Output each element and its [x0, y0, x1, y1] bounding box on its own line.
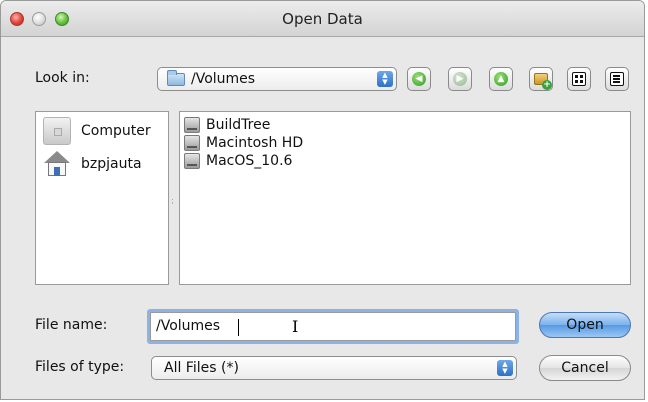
sidebar-item-home[interactable]: bzpjauta — [43, 150, 167, 180]
back-icon: ◀ — [412, 72, 426, 86]
home-icon — [43, 150, 71, 178]
up-folder-button[interactable]: ▲ — [489, 67, 513, 91]
list-item[interactable]: BuildTree — [184, 117, 314, 134]
list-view-icon — [572, 72, 586, 86]
ibeam-cursor-icon: I — [292, 317, 299, 336]
list-view-button[interactable] — [567, 67, 591, 91]
forward-icon: ▶ — [453, 72, 467, 86]
look-in-value: /Volumes — [191, 71, 256, 87]
disk-icon — [184, 117, 200, 133]
open-data-dialog: Open Data Look in: /Volumes ▲▼ ◀ ▶ ▲ Com… — [0, 0, 645, 400]
window-title: Open Data — [282, 10, 363, 28]
up-folder-icon: ▲ — [494, 72, 508, 86]
details-view-button[interactable] — [605, 67, 629, 91]
title-bar[interactable]: Open Data — [1, 1, 644, 37]
sidebar-item-label: Computer — [81, 123, 151, 139]
file-name-label: File name: — [35, 317, 108, 333]
folder-icon — [167, 70, 185, 86]
files-of-type-label: Files of type: — [35, 359, 125, 375]
sidebar-item-label: bzpjauta — [81, 156, 142, 172]
text-caret — [238, 319, 239, 336]
disk-icon — [184, 153, 200, 169]
places-sidebar: Computer bzpjauta — [35, 111, 169, 285]
file-name: Macintosh HD — [206, 135, 304, 151]
file-name: MacOS_10.6 — [206, 153, 293, 169]
cancel-button[interactable]: Cancel — [539, 355, 631, 381]
disk-icon — [184, 135, 200, 151]
new-folder-button[interactable] — [529, 67, 553, 91]
list-item[interactable]: Macintosh HD — [184, 135, 314, 152]
new-folder-icon — [534, 73, 552, 90]
open-button[interactable]: Open — [539, 312, 631, 338]
look-in-label: Look in: — [35, 70, 90, 86]
file-list: BuildTree Macintosh HD MacOS_10.6 — [179, 111, 631, 285]
look-in-select[interactable]: /Volumes ▲ ▼ — [157, 67, 397, 91]
split-pane-divider[interactable]: ⁏ — [171, 196, 175, 205]
computer-icon — [43, 117, 71, 145]
back-button[interactable]: ◀ — [407, 67, 431, 91]
file-name: BuildTree — [206, 117, 271, 133]
forward-button[interactable]: ▶ — [448, 67, 472, 91]
select-stepper-icon: ▲ ▼ — [377, 71, 393, 87]
list-item[interactable]: MacOS_10.6 — [184, 153, 314, 170]
file-name-value: /Volumes — [156, 318, 221, 334]
details-view-icon — [610, 72, 624, 86]
files-of-type-value: All Files (*) — [164, 360, 239, 376]
files-of-type-select[interactable]: All Files (*) ▲ ▼ — [151, 356, 517, 380]
select-stepper-icon: ▲ ▼ — [497, 360, 513, 376]
sidebar-item-computer[interactable]: Computer — [43, 117, 167, 147]
file-name-input[interactable]: /Volumes I — [150, 312, 516, 341]
